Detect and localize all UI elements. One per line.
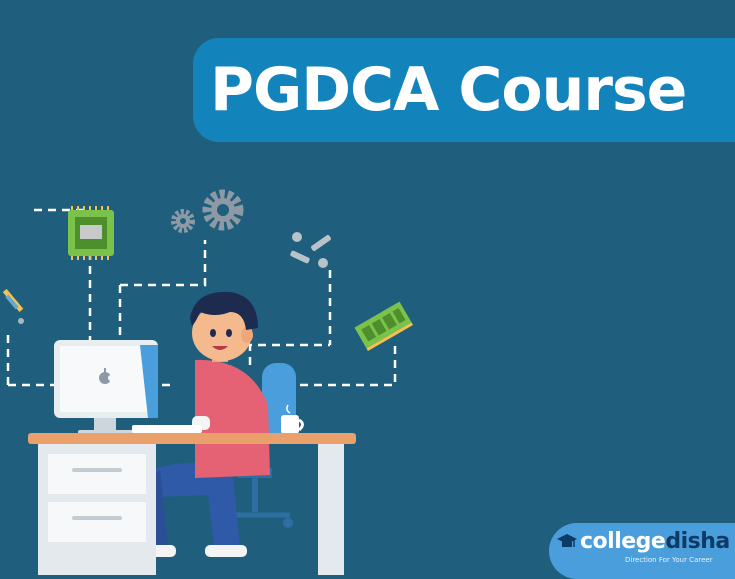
screw-icon bbox=[290, 232, 331, 268]
brand-logo-accent: disha bbox=[665, 529, 730, 554]
screwdriver-icon bbox=[2, 288, 24, 324]
monitor bbox=[54, 340, 158, 436]
keyboard bbox=[132, 425, 202, 433]
graduation-cap-icon bbox=[557, 534, 577, 547]
brand-tagline: Direction For Your Career bbox=[625, 556, 713, 564]
brand-logo-text: collegedisha bbox=[580, 527, 730, 557]
ram-module-icon bbox=[354, 301, 414, 351]
brand-logo-prefix: college bbox=[580, 529, 666, 554]
desk bbox=[28, 433, 356, 575]
gear-icon bbox=[171, 189, 244, 233]
cpu-chip-icon bbox=[68, 206, 114, 260]
illustration bbox=[2, 189, 414, 575]
